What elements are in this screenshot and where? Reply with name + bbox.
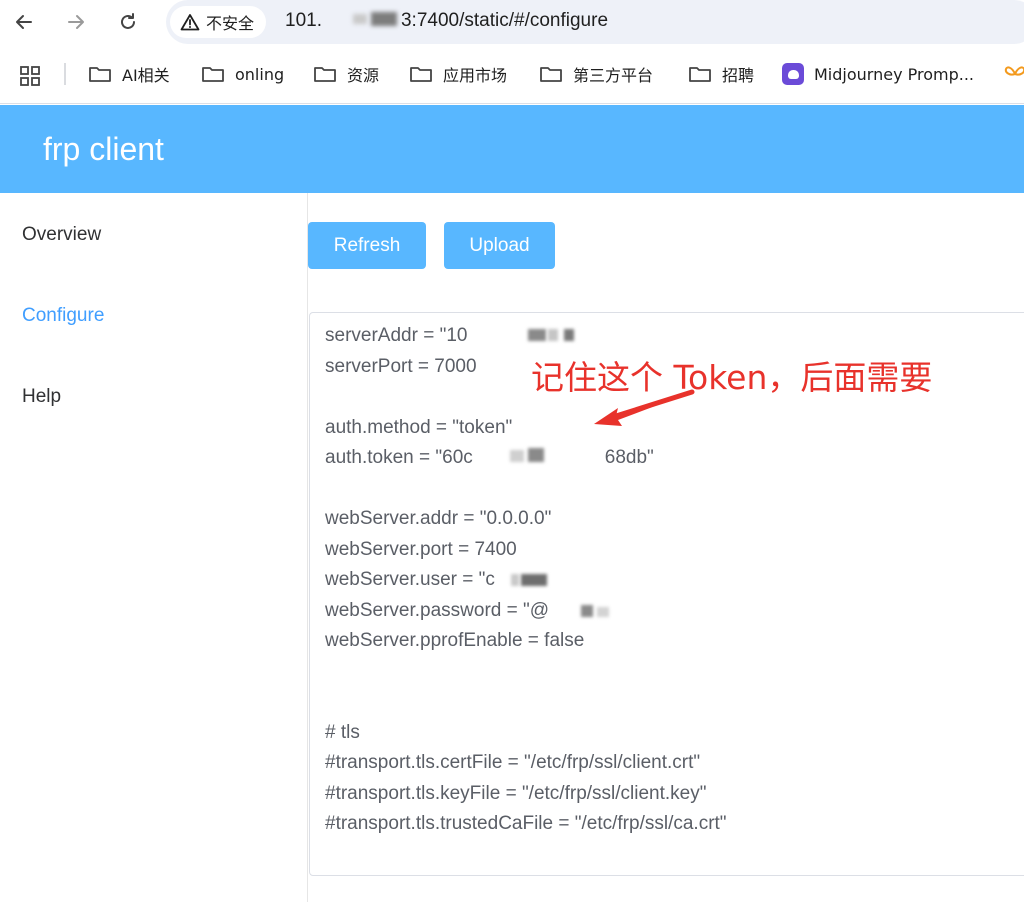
- folder-icon: [540, 67, 562, 82]
- back-arrow-icon[interactable]: [8, 8, 40, 36]
- warning-triangle-icon: [180, 14, 200, 31]
- folder-icon: [689, 67, 711, 82]
- config-line: webServer.pprofEnable = false: [325, 630, 585, 651]
- butterfly-favicon-icon: [1004, 66, 1024, 76]
- app-title: frp client: [43, 131, 164, 167]
- folder-icon: [314, 67, 336, 82]
- url-suffix: 3:7400/static/#/configure: [400, 10, 609, 31]
- bookmark-app-market[interactable]: 应用市场: [409, 62, 507, 86]
- bookmark-label: 招聘: [722, 66, 755, 85]
- server-addr-redaction: [488, 325, 584, 345]
- midjourney-favicon: [782, 63, 804, 85]
- annotation-arrow-icon: [594, 389, 695, 426]
- config-line: #transport.tls.trustedCaFile = "/etc/frp…: [325, 813, 727, 834]
- bookmarks-bar: AI相关 onling 资源 应用市场 第三方平台 招聘 Midjourney …: [0, 48, 1024, 104]
- web-password-redaction: [563, 599, 651, 621]
- config-line: [325, 658, 727, 689]
- url-prefix: 101.: [285, 10, 322, 31]
- apps-grid-icon[interactable]: [20, 66, 40, 91]
- app-header: frp client: [0, 105, 1024, 193]
- bookmark-midjourney[interactable]: Midjourney Promp...: [782, 62, 974, 86]
- bookmark-label: 应用市场: [443, 66, 508, 85]
- forward-arrow-icon[interactable]: [60, 8, 92, 36]
- bookmark-ai[interactable]: AI相关: [88, 62, 170, 86]
- folder-icon: [202, 67, 224, 82]
- security-indicator[interactable]: 不安全: [170, 6, 267, 38]
- bookmark-jobs[interactable]: 招聘: [688, 62, 754, 86]
- config-line: [325, 688, 727, 719]
- auth-token-redaction: [488, 446, 604, 468]
- sidebar: Overview Configure Help: [0, 193, 308, 902]
- config-line: #transport.tls.certFile = "/etc/frp/ssl/…: [325, 752, 701, 773]
- bookmark-label: onling: [235, 64, 285, 84]
- refresh-button[interactable]: Refresh: [308, 222, 426, 269]
- bookmark-overflow[interactable]: [1004, 62, 1024, 86]
- upload-button[interactable]: Upload: [444, 222, 555, 269]
- folder-icon: [89, 67, 111, 82]
- reload-icon[interactable]: [112, 8, 144, 36]
- config-line: #transport.tls.keyFile = "/etc/frp/ssl/c…: [325, 782, 707, 804]
- config-line: [325, 475, 727, 506]
- bookmark-label: 资源: [347, 66, 380, 85]
- bookmarks-separator: [64, 63, 66, 85]
- config-line: # tls: [325, 721, 360, 743]
- sidebar-item-configure[interactable]: Configure: [22, 305, 104, 327]
- config-line: webServer.port = 7400: [325, 538, 517, 560]
- bookmark-resources[interactable]: 资源: [313, 62, 379, 86]
- folder-icon: [410, 67, 432, 82]
- config-line: webServer.password = "@ q": [325, 599, 641, 621]
- security-label: 不安全: [206, 14, 255, 33]
- url-redaction: [325, 8, 401, 32]
- bookmark-label: AI相关: [122, 66, 170, 85]
- web-user-redaction: [505, 568, 563, 590]
- config-line: webServer.addr = "0.0.0.0": [325, 508, 552, 529]
- sidebar-item-help[interactable]: Help: [22, 386, 61, 408]
- sidebar-item-overview[interactable]: Overview: [22, 224, 101, 246]
- bookmark-onling[interactable]: onling: [201, 62, 284, 86]
- bookmark-label: 第三方平台: [573, 66, 654, 85]
- bookmark-third-party[interactable]: 第三方平台: [539, 62, 653, 86]
- bookmark-label: Midjourney Promp...: [814, 64, 974, 84]
- browser-toolbar: 不安全 101. 3:7400/static/#/configure: [0, 0, 1024, 48]
